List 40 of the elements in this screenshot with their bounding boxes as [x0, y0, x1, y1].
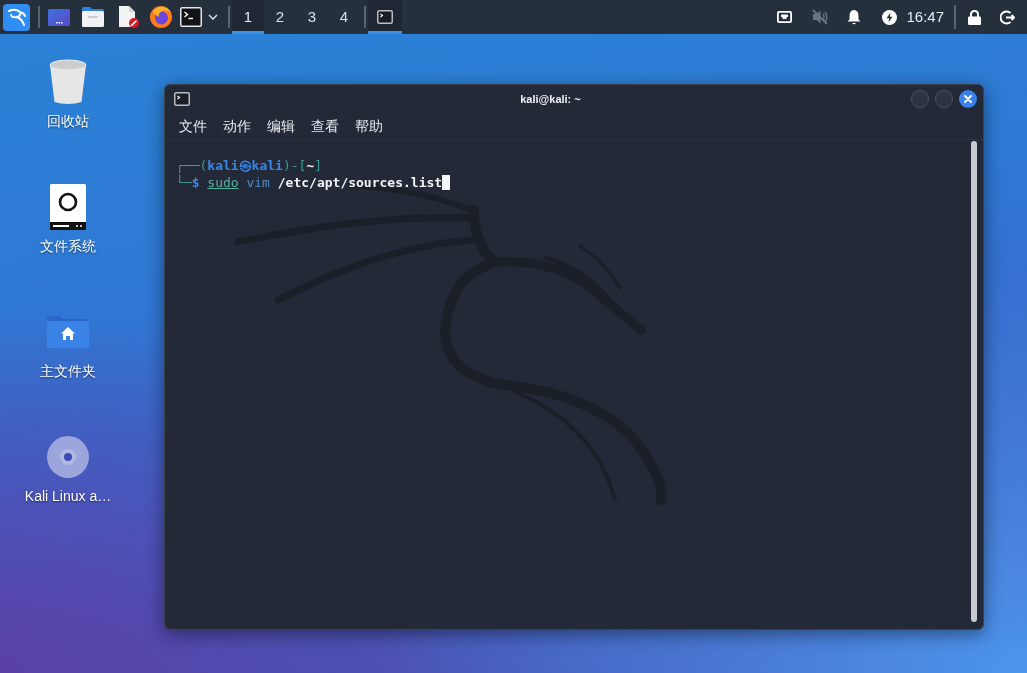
terminal-line: └─$ sudo vim /etc/apt/sources.list: [176, 174, 443, 191]
menu-item[interactable]: 文件: [171, 114, 215, 138]
taskbar-window-button[interactable]: [368, 0, 402, 34]
menu-item[interactable]: 编辑: [259, 114, 303, 138]
clock-time[interactable]: 16:47: [906, 0, 944, 34]
home-folder-icon[interactable]: [47, 316, 89, 348]
notification-bell-icon[interactable]: [847, 9, 862, 25]
desktop-icon-label[interactable]: 文件系统: [40, 238, 96, 255]
lock-icon[interactable]: [968, 9, 981, 25]
terminal-icon: [174, 92, 190, 106]
terminal-line: ┌──(kali㉿kali)-[~]: [176, 157, 323, 174]
show-desktop-icon[interactable]: [48, 8, 70, 26]
window-title: kali@kali: ~: [520, 91, 581, 107]
volume-muted-icon[interactable]: [812, 9, 829, 25]
app-menu-icon[interactable]: [3, 3, 30, 31]
workspace-button[interactable]: 1: [232, 0, 264, 34]
disc-icon[interactable]: [47, 436, 89, 478]
network-icon[interactable]: [777, 11, 793, 23]
drive-icon[interactable]: [50, 184, 86, 230]
trash-icon[interactable]: [48, 59, 88, 105]
folder-icon[interactable]: [82, 7, 104, 27]
desktop-icon-label[interactable]: 主文件夹: [40, 363, 96, 380]
desktop-icon-label[interactable]: 回收站: [47, 113, 89, 130]
terminal-icon: [377, 10, 393, 24]
workspace-button[interactable]: 3: [296, 0, 328, 34]
close-icon: [964, 95, 972, 103]
workspace-button[interactable]: 2: [264, 0, 296, 34]
menu-item[interactable]: 帮助: [347, 114, 391, 138]
menu-item[interactable]: 动作: [215, 114, 259, 138]
workspace-button[interactable]: 4: [328, 0, 360, 34]
close-button[interactable]: [959, 90, 977, 108]
scrollbar[interactable]: [971, 141, 977, 622]
text-editor-icon[interactable]: [117, 6, 139, 28]
desktop-icon-label[interactable]: Kali Linux a…: [24, 488, 112, 505]
firefox-icon[interactable]: [150, 6, 172, 28]
logout-icon[interactable]: [1000, 9, 1015, 25]
menu-item[interactable]: 查看: [303, 114, 347, 138]
terminal-icon[interactable]: [180, 7, 202, 27]
caret-icon[interactable]: [208, 14, 218, 20]
lightning-icon[interactable]: [882, 9, 898, 25]
